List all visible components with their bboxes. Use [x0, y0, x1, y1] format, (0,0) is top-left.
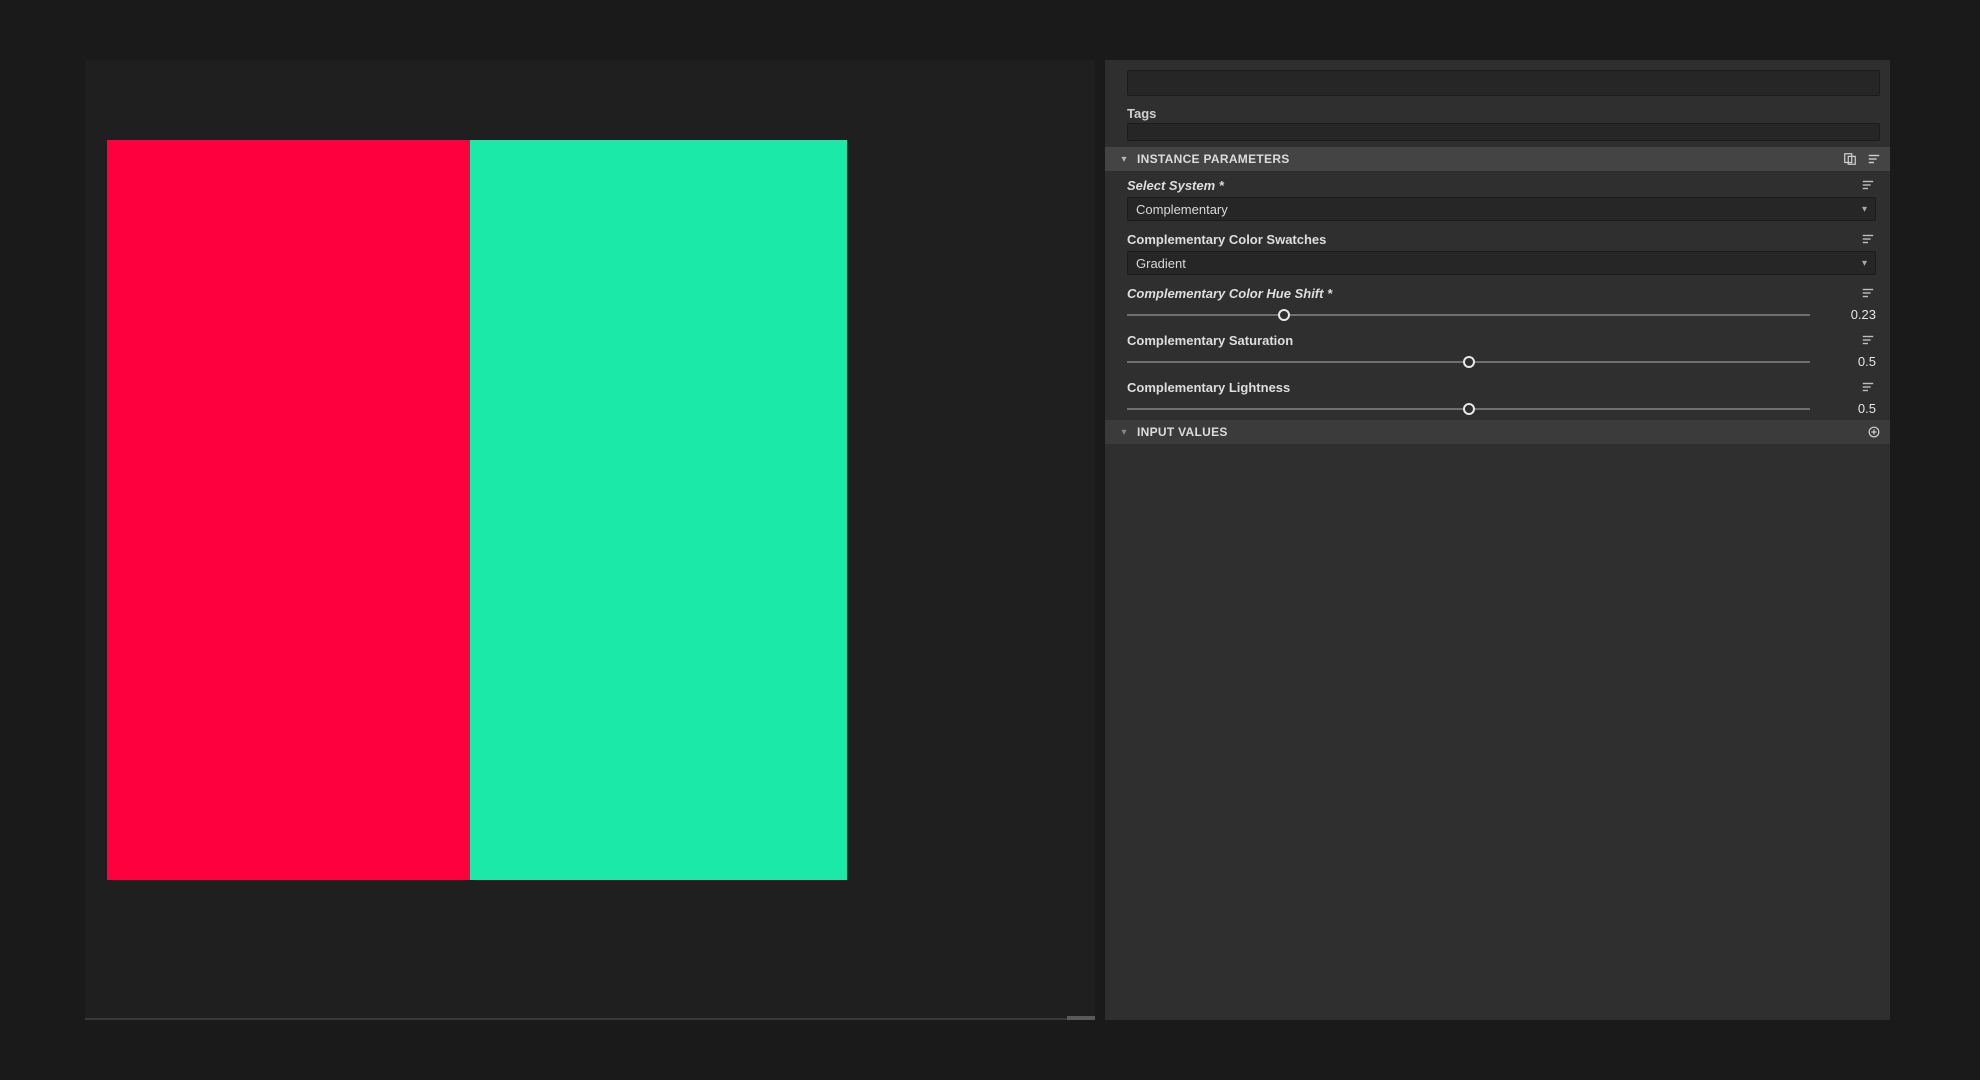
select-system-dropdown[interactable]: Complementary ▾ — [1127, 197, 1876, 221]
tags-input-row — [1105, 123, 1890, 147]
lightness-slider[interactable] — [1127, 402, 1810, 416]
color-swatch-preview — [107, 140, 847, 880]
options-icon[interactable] — [1866, 151, 1882, 167]
param-hue-shift: Complementary Color Hue Shift * 0.23 — [1105, 279, 1890, 326]
param-label: Select System * — [1127, 178, 1224, 193]
param-swatches: Complementary Color Swatches Gradient ▾ — [1105, 225, 1890, 279]
param-options-icon[interactable] — [1860, 231, 1876, 247]
param-label: Complementary Saturation — [1127, 333, 1293, 348]
param-label: Complementary Lightness — [1127, 380, 1290, 395]
saturation-slider[interactable] — [1127, 355, 1810, 369]
chevron-down-icon: ▾ — [1119, 427, 1129, 438]
hue-shift-value[interactable]: 0.23 — [1828, 307, 1876, 322]
section-input-values[interactable]: ▾ INPUT VALUES — [1105, 420, 1890, 444]
swatch-left — [107, 140, 470, 880]
param-options-icon[interactable] — [1860, 379, 1876, 395]
dropdown-value: Complementary — [1136, 202, 1228, 217]
param-saturation: Complementary Saturation 0.5 — [1105, 326, 1890, 373]
slider-thumb[interactable] — [1463, 356, 1475, 368]
section-instance-parameters[interactable]: ▾ INSTANCE PARAMETERS — [1105, 147, 1890, 171]
chevron-down-icon: ▾ — [1862, 204, 1867, 215]
viewport-scrollbar[interactable] — [1067, 1016, 1095, 1020]
param-options-icon[interactable] — [1860, 332, 1876, 348]
slider-thumb[interactable] — [1278, 309, 1290, 321]
param-options-icon[interactable] — [1860, 285, 1876, 301]
param-label: Complementary Color Hue Shift * — [1127, 286, 1332, 301]
name-field-row — [1105, 60, 1890, 100]
swatches-dropdown[interactable]: Gradient ▾ — [1127, 251, 1876, 275]
app-root: Tags ▾ INSTANCE PARAMETERS Select System… — [85, 60, 1890, 1020]
preview-viewport[interactable] — [85, 60, 1095, 1020]
swatch-right — [470, 140, 847, 880]
dropdown-value: Gradient — [1136, 256, 1186, 271]
section-title: INSTANCE PARAMETERS — [1137, 152, 1290, 166]
param-lightness: Complementary Lightness 0.5 — [1105, 373, 1890, 420]
panel-empty-area — [1105, 444, 1890, 1020]
saturation-value[interactable]: 0.5 — [1828, 354, 1876, 369]
tags-label: Tags — [1105, 100, 1890, 123]
preset-icon[interactable] — [1842, 151, 1858, 167]
chevron-down-icon: ▾ — [1862, 258, 1867, 269]
param-label: Complementary Color Swatches — [1127, 232, 1326, 247]
param-select-system: Select System * Complementary ▾ — [1105, 171, 1890, 225]
name-input[interactable] — [1127, 70, 1880, 96]
lightness-value[interactable]: 0.5 — [1828, 401, 1876, 416]
slider-thumb[interactable] — [1463, 403, 1475, 415]
chevron-down-icon: ▾ — [1119, 154, 1129, 165]
param-options-icon[interactable] — [1860, 177, 1876, 193]
properties-panel: Tags ▾ INSTANCE PARAMETERS Select System… — [1105, 60, 1890, 1020]
section-title: INPUT VALUES — [1137, 425, 1228, 439]
tags-input[interactable] — [1127, 123, 1880, 141]
add-icon[interactable] — [1866, 424, 1882, 440]
hue-shift-slider[interactable] — [1127, 308, 1810, 322]
